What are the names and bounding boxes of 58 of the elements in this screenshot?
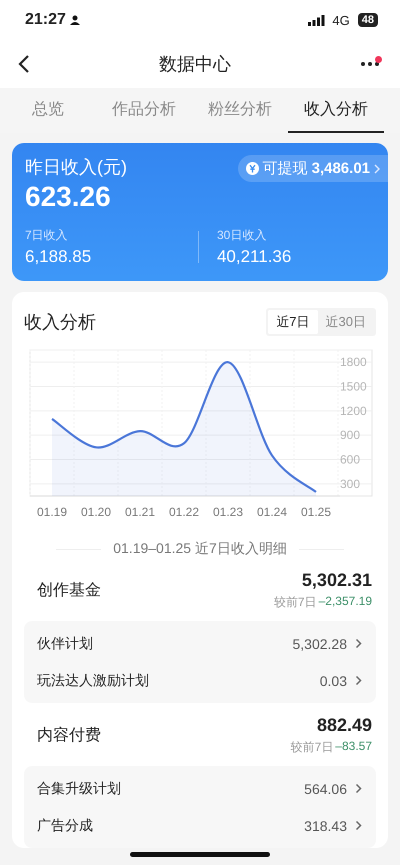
chevron-icon[interactable] [355,783,362,794]
range-option[interactable]: 近30日 [318,310,374,334]
tab[interactable]: 收入分析 [288,88,384,133]
group-title: 创作基金 [37,580,101,601]
more-icon[interactable] [360,61,380,67]
item-label: 合集升级计划 [37,780,122,798]
yen-icon [246,162,259,175]
x-tick-label: 01.25 [300,505,332,519]
page-title: 数据中心 [159,53,231,76]
chevron-icon[interactable] [355,638,362,649]
section-title: 收入分析 [24,311,96,334]
chevron-icon[interactable] [355,675,362,686]
detail-heading: 01.19–01.25 近7日收入明细 [113,540,287,558]
y-tick-label: 300 [340,476,360,491]
compare-label: 较前7日 [290,739,334,756]
y-tick-label: 1200 [340,404,367,418]
group-total: 882.49 [316,715,372,736]
signal-icon [308,14,326,26]
change-value: –2,357.19 [318,594,372,610]
network-type: 4G [332,12,350,28]
item-value: 564.06 [304,780,347,796]
range-option[interactable]: 近7日 [268,310,318,334]
chevron-icon [374,164,380,174]
x-tick-label: 01.24 [256,505,288,519]
tab[interactable]: 作品分析 [96,88,192,133]
battery-level: 48 [358,13,378,27]
item-label: 广告分成 [37,816,94,834]
x-tick-label: 01.19 [36,505,68,519]
status-time: 21:27 [25,11,66,29]
tab[interactable]: 粉丝分析 [192,88,288,133]
item-label: 伙伴计划 [37,634,94,652]
y-tick-label: 600 [340,452,360,466]
item-value: 5,302.28 [292,636,347,652]
back-icon[interactable] [18,54,30,74]
x-tick-label: 01.22 [168,505,200,519]
person-icon [70,15,80,25]
stat-value: 40,211.36 [216,247,292,267]
group-total: 5,302.31 [302,570,372,591]
item-value: 318.43 [304,818,347,834]
income-amount: 623.26 [25,181,112,213]
chevron-icon[interactable] [355,820,362,831]
item-value: 0.03 [320,672,347,688]
x-tick-label: 01.21 [124,505,156,519]
y-tick-label: 900 [340,428,360,442]
y-tick-label: 1800 [340,355,367,370]
compare-label: 较前7日 [274,594,317,611]
stat-label: 7日收入 [25,227,69,244]
income-title: 昨日收入(元) [25,156,127,179]
x-tick-label: 01.20 [80,505,112,519]
stat-label: 30日收入 [216,227,268,244]
stat-value: 6,188.85 [25,247,92,267]
item-label: 玩法达人激励计划 [37,672,150,690]
withdraw-button[interactable]: 可提现 3,486.01 [238,155,388,182]
x-tick-label: 01.23 [212,505,244,519]
change-value: –83.57 [335,739,372,755]
y-tick-label: 1500 [340,380,367,394]
tab[interactable]: 总览 [0,88,96,133]
group-title: 内容付费 [37,726,101,746]
